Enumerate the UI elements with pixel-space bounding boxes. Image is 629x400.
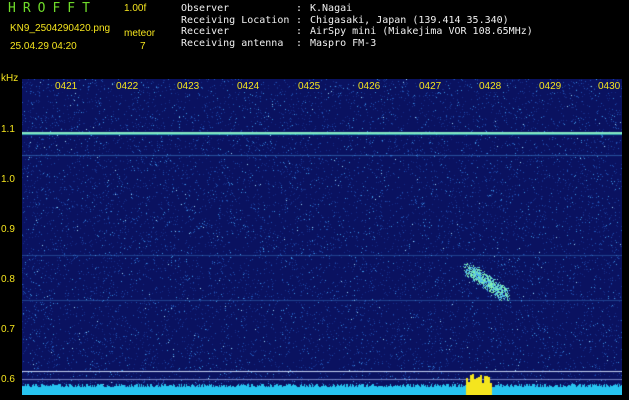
spectrogram-canvas bbox=[22, 79, 622, 395]
metadata-value: Chigasaki, Japan (139.414 35.340) bbox=[310, 14, 509, 26]
metadata-value: K.Nagai bbox=[310, 3, 353, 14]
header-panel: HROFFT 1.00f KN9_2504290420.png 25.04.29… bbox=[0, 0, 629, 72]
y-tick-label: 0.9 bbox=[1, 224, 15, 235]
metadata-key: Receiving antenna bbox=[181, 38, 284, 50]
observation-metadata: Observer: K.Nagai Receiving Location: Chig… bbox=[181, 3, 533, 50]
metadata-key: Receiving Location bbox=[181, 14, 290, 26]
metadata-row-observer: Observer: K.Nagai bbox=[181, 3, 533, 15]
time-tick-label: 0427 bbox=[418, 81, 443, 92]
metadata-separator: : bbox=[296, 3, 303, 14]
metadata-separator: : bbox=[296, 26, 303, 38]
time-tick-label: 0421 bbox=[54, 81, 79, 92]
y-tick-label: 1.0 bbox=[1, 174, 15, 185]
metadata-separator: : bbox=[296, 14, 303, 26]
time-tick-label: 0430 bbox=[597, 81, 622, 92]
app-title: HROFFT bbox=[8, 1, 97, 16]
meteor-counter-value: 7 bbox=[140, 41, 146, 52]
time-tick-label: 0428 bbox=[478, 81, 503, 92]
metadata-value: AirSpy mini (Miakejima VOR 108.65MHz) bbox=[310, 26, 533, 38]
time-tick-label: 0422 bbox=[115, 81, 140, 92]
frequency-unit-label: kHz bbox=[1, 73, 19, 84]
y-tick-label: 0.8 bbox=[1, 274, 15, 285]
time-tick-label: 0429 bbox=[538, 81, 563, 92]
time-tick-label: 0426 bbox=[357, 81, 382, 92]
time-tick-label: 0424 bbox=[236, 81, 261, 92]
filename-label: KN9_2504290420.png bbox=[10, 23, 111, 34]
version-label: 1.00f bbox=[124, 3, 147, 14]
time-tick-label: 0423 bbox=[176, 81, 201, 92]
metadata-value: Maspro FM-3 bbox=[310, 38, 377, 50]
metadata-row-location: Receiving Location: Chigasaki, Japan (139… bbox=[181, 15, 533, 27]
y-tick-label: 0.7 bbox=[1, 324, 15, 335]
metadata-row-antenna: Receiving antenna: Maspro FM-3 bbox=[181, 38, 533, 50]
y-tick-label: 0.6 bbox=[1, 374, 15, 385]
metadata-row-receiver: Receiver: AirSpy mini (Miakejima VOR 108.… bbox=[181, 26, 533, 38]
metadata-key: Observer bbox=[181, 3, 230, 14]
metadata-separator: : bbox=[296, 38, 303, 50]
y-tick-label: 1.1 bbox=[1, 124, 15, 135]
metadata-key: Receiver bbox=[181, 26, 230, 38]
time-tick-label: 0425 bbox=[297, 81, 322, 92]
datetime-label: 25.04.29 04:20 bbox=[10, 41, 77, 52]
meteor-counter-label: meteor bbox=[124, 28, 156, 39]
